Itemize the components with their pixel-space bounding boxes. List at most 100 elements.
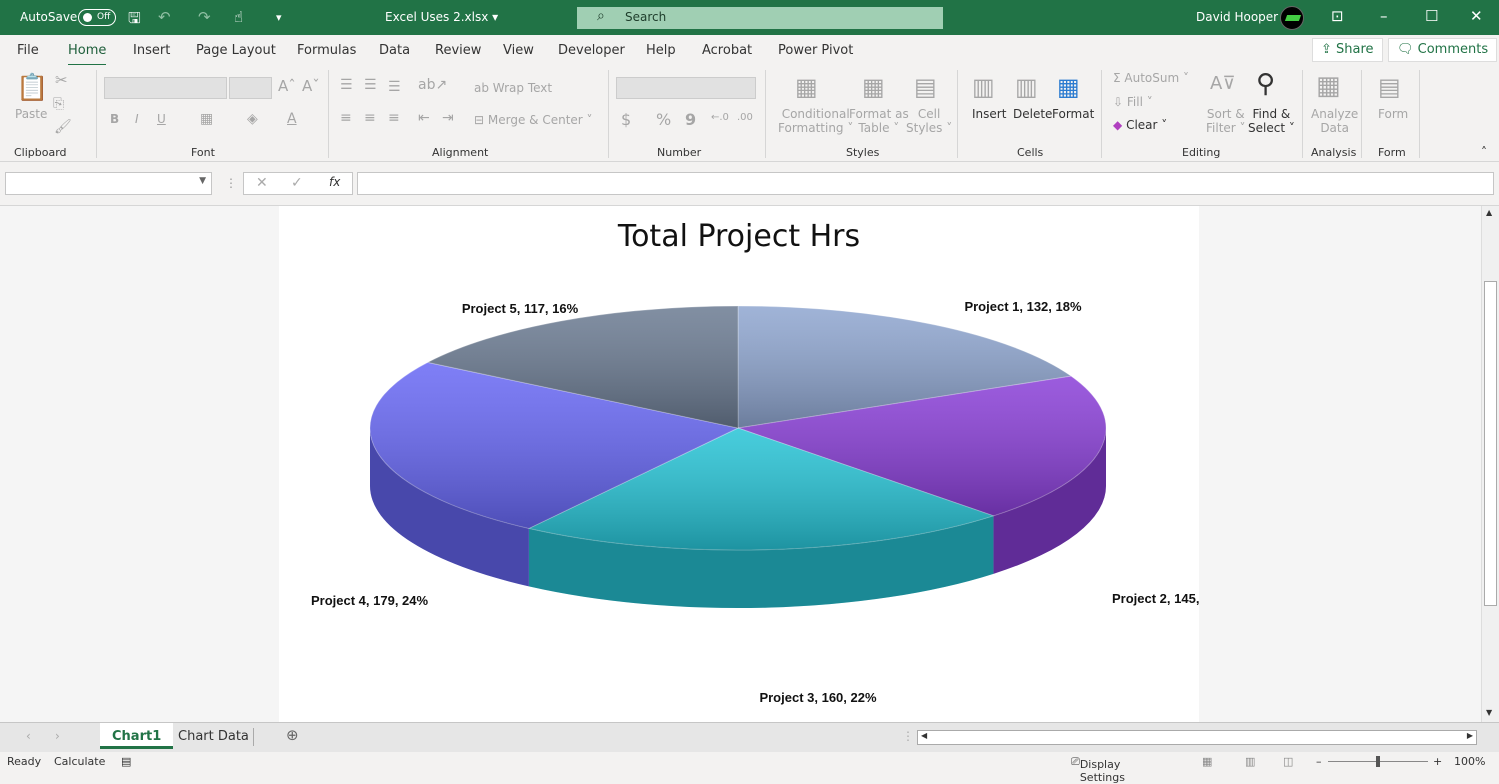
tab-data[interactable]: Data [379, 43, 410, 58]
zoom-slider-thumb[interactable] [1376, 756, 1380, 767]
formula-input[interactable] [357, 172, 1494, 195]
sort-filter-button[interactable]: Sort & Filter ˅ [1206, 107, 1246, 135]
orientation-icon[interactable]: ab↗ [418, 77, 447, 93]
tab-file[interactable]: File [17, 43, 39, 58]
cell-styles-button[interactable]: Cell Styles ˅ [906, 107, 952, 135]
insert-cells-button[interactable]: Insert [972, 107, 1006, 121]
display-settings-button[interactable]: ⎚ Display Settings [1071, 755, 1125, 784]
tab-view[interactable]: View [503, 43, 534, 58]
tab-formulas[interactable]: Formulas [297, 43, 356, 58]
autosum-button[interactable]: Σ AutoSum ˅ [1113, 71, 1189, 85]
percent-button[interactable]: % [656, 110, 671, 129]
scroll-left-icon[interactable]: ◀ [921, 731, 927, 740]
tab-home[interactable]: Home [68, 43, 107, 67]
macro-record-icon[interactable]: ▤ [121, 755, 131, 768]
decrease-indent-icon[interactable]: ⇤ [418, 110, 430, 126]
paste-button[interactable]: Paste [15, 107, 47, 121]
font-name-dropdown[interactable] [104, 77, 227, 99]
font-color-icon[interactable]: A [287, 111, 297, 127]
tab-help[interactable]: Help [646, 43, 676, 58]
tab-page-layout[interactable]: Page Layout [196, 43, 276, 58]
paste-icon[interactable]: 📋 [16, 73, 48, 103]
customize-qat-icon[interactable]: ▾ [276, 11, 282, 24]
insert-function-button[interactable]: fx [329, 175, 340, 189]
file-name[interactable]: Excel Uses 2.xlsx ▾ [385, 10, 498, 24]
normal-view-icon[interactable]: ▦ [1202, 755, 1212, 768]
collapse-ribbon-icon[interactable]: ˄ [1481, 145, 1487, 159]
scroll-right-icon[interactable]: ▶ [1467, 731, 1473, 740]
search-box[interactable]: ⌕ Search [577, 7, 943, 29]
zoom-in-icon[interactable]: + [1433, 755, 1442, 768]
undo-icon[interactable]: ↶ [158, 8, 171, 26]
calculate-button[interactable]: Calculate [54, 755, 105, 768]
find-select-button[interactable]: Find & Select ˅ [1248, 107, 1295, 135]
page-break-view-icon[interactable]: ◫ [1283, 755, 1293, 768]
sheet-tab-chart1[interactable]: Chart1 [100, 723, 174, 749]
avatar[interactable] [1280, 6, 1304, 30]
tab-acrobat[interactable]: Acrobat [702, 43, 752, 58]
format-painter-icon[interactable]: 🖌 [54, 119, 72, 135]
comments-button[interactable]: 🗨 Comments [1388, 38, 1498, 62]
new-sheet-icon[interactable]: ⊕ [286, 726, 299, 744]
borders-icon[interactable]: ▦ [200, 111, 213, 127]
align-right-icon[interactable]: ≡ [388, 110, 400, 126]
autosave-toggle[interactable]: Off [78, 9, 116, 26]
conditional-formatting-button[interactable]: Conditional Formatting ˅ [778, 107, 853, 135]
fill-color-icon[interactable]: ◈ [247, 111, 258, 127]
tab-developer[interactable]: Developer [558, 43, 625, 58]
tab-power-pivot[interactable]: Power Pivot [778, 43, 853, 58]
increase-font-icon[interactable]: Aˆ [278, 77, 296, 95]
currency-button[interactable]: $ [621, 110, 631, 129]
chart-area[interactable]: Total Project Hrs Project 1, 132, 18% Pro… [279, 206, 1230, 722]
number-format-dropdown[interactable] [616, 77, 756, 99]
delete-cells-button[interactable]: Delete [1013, 107, 1052, 121]
form-button[interactable]: Form [1378, 107, 1408, 121]
increase-decimal-icon[interactable]: ←.0 [711, 112, 729, 123]
bold-button[interactable]: B [110, 112, 119, 126]
sort-filter-icon[interactable]: A⊽ [1210, 73, 1236, 94]
page-layout-view-icon[interactable]: ▥ [1245, 755, 1255, 768]
save-icon[interactable]: 🖫 [128, 8, 141, 33]
fill-button[interactable]: ⇩ Fill ˅ [1113, 95, 1153, 109]
maximize-icon[interactable]: ☐ [1425, 7, 1438, 25]
name-box[interactable]: ▼ [5, 172, 212, 195]
decrease-decimal-icon[interactable]: .00 [737, 112, 753, 123]
underline-button[interactable]: U [157, 112, 166, 126]
find-icon[interactable]: ⚲ [1256, 69, 1275, 99]
cut-icon[interactable]: ✂ [55, 71, 68, 89]
form-icon[interactable]: ▤ [1378, 73, 1401, 101]
decrease-font-icon[interactable]: Aˇ [302, 77, 320, 95]
zoom-out-icon[interactable]: – [1316, 755, 1322, 768]
cancel-icon[interactable]: ✕ [256, 175, 268, 191]
analyze-data-button[interactable]: Analyze Data [1311, 107, 1358, 135]
clear-button[interactable]: ◆ Clear ˅ [1113, 118, 1167, 132]
align-middle-icon[interactable]: ☰ [364, 77, 377, 93]
next-sheet-icon[interactable]: › [55, 729, 60, 743]
ribbon-display-icon[interactable]: ⊡ [1331, 7, 1344, 25]
prev-sheet-icon[interactable]: ‹ [26, 729, 31, 743]
increase-indent-icon[interactable]: ⇥ [442, 110, 454, 126]
format-cells-icon[interactable]: ▦ [1057, 73, 1080, 101]
delete-cells-icon[interactable]: ▥ [1015, 73, 1038, 101]
redo-icon[interactable]: ↷ [198, 8, 211, 26]
enter-icon[interactable]: ✓ [291, 175, 303, 191]
format-as-table-icon[interactable]: ▦ [862, 73, 885, 101]
comma-button[interactable]: 9 [685, 110, 696, 129]
cell-styles-icon[interactable]: ▤ [914, 73, 937, 101]
copy-icon[interactable]: ⎘ [53, 96, 64, 112]
vertical-scrollbar[interactable]: ▲ ▼ [1481, 206, 1499, 722]
scroll-thumb[interactable] [1484, 281, 1497, 606]
drag-handle-icon[interactable]: ⋮ [225, 176, 237, 190]
analyze-data-icon[interactable]: ▦ [1316, 71, 1341, 101]
split-handle-icon[interactable]: ⋮ [902, 729, 914, 743]
tab-insert[interactable]: Insert [133, 43, 170, 58]
merge-center-button[interactable]: ⊟ Merge & Center ˅ [474, 113, 593, 127]
scroll-down-icon[interactable]: ▼ [1486, 708, 1492, 717]
align-center-icon[interactable]: ≡ [364, 110, 376, 126]
sheet-tab-chart-data[interactable]: Chart Data [166, 723, 261, 749]
scroll-up-icon[interactable]: ▲ [1486, 208, 1492, 217]
user-name[interactable]: David Hooper [1196, 10, 1278, 24]
format-as-table-button[interactable]: Format as Table ˅ [849, 107, 909, 135]
align-bottom-icon[interactable]: ☰ [388, 79, 401, 95]
zoom-level[interactable]: 100% [1454, 755, 1485, 768]
